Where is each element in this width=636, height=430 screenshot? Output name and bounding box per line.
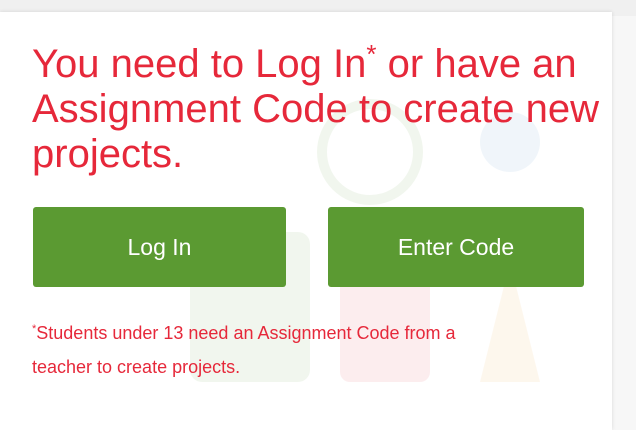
heading-text-line-2: Assignment Code to create new — [32, 87, 599, 131]
age-requirement-footnote: *Students under 13 need an Assignment Co… — [32, 316, 607, 384]
footnote-line-2: teacher to create projects. — [32, 357, 241, 377]
footnote-line-1: Students under 13 need an Assignment Cod… — [36, 323, 456, 343]
heading-text-line-3: projects. — [32, 132, 184, 176]
heading-text-part-1: You need to Log In — [32, 42, 367, 86]
heading-text-part-2: or have an — [376, 42, 577, 86]
enter-code-button[interactable]: Enter Code — [328, 207, 584, 287]
login-required-panel: You need to Log In* or have an Assignment… — [0, 12, 612, 430]
heading-asterisk: * — [366, 39, 377, 69]
login-required-heading: You need to Log In* or have an Assignment… — [32, 39, 612, 177]
log-in-button[interactable]: Log In — [33, 207, 286, 287]
page: You need to Log In* or have an Assignment… — [0, 0, 636, 430]
